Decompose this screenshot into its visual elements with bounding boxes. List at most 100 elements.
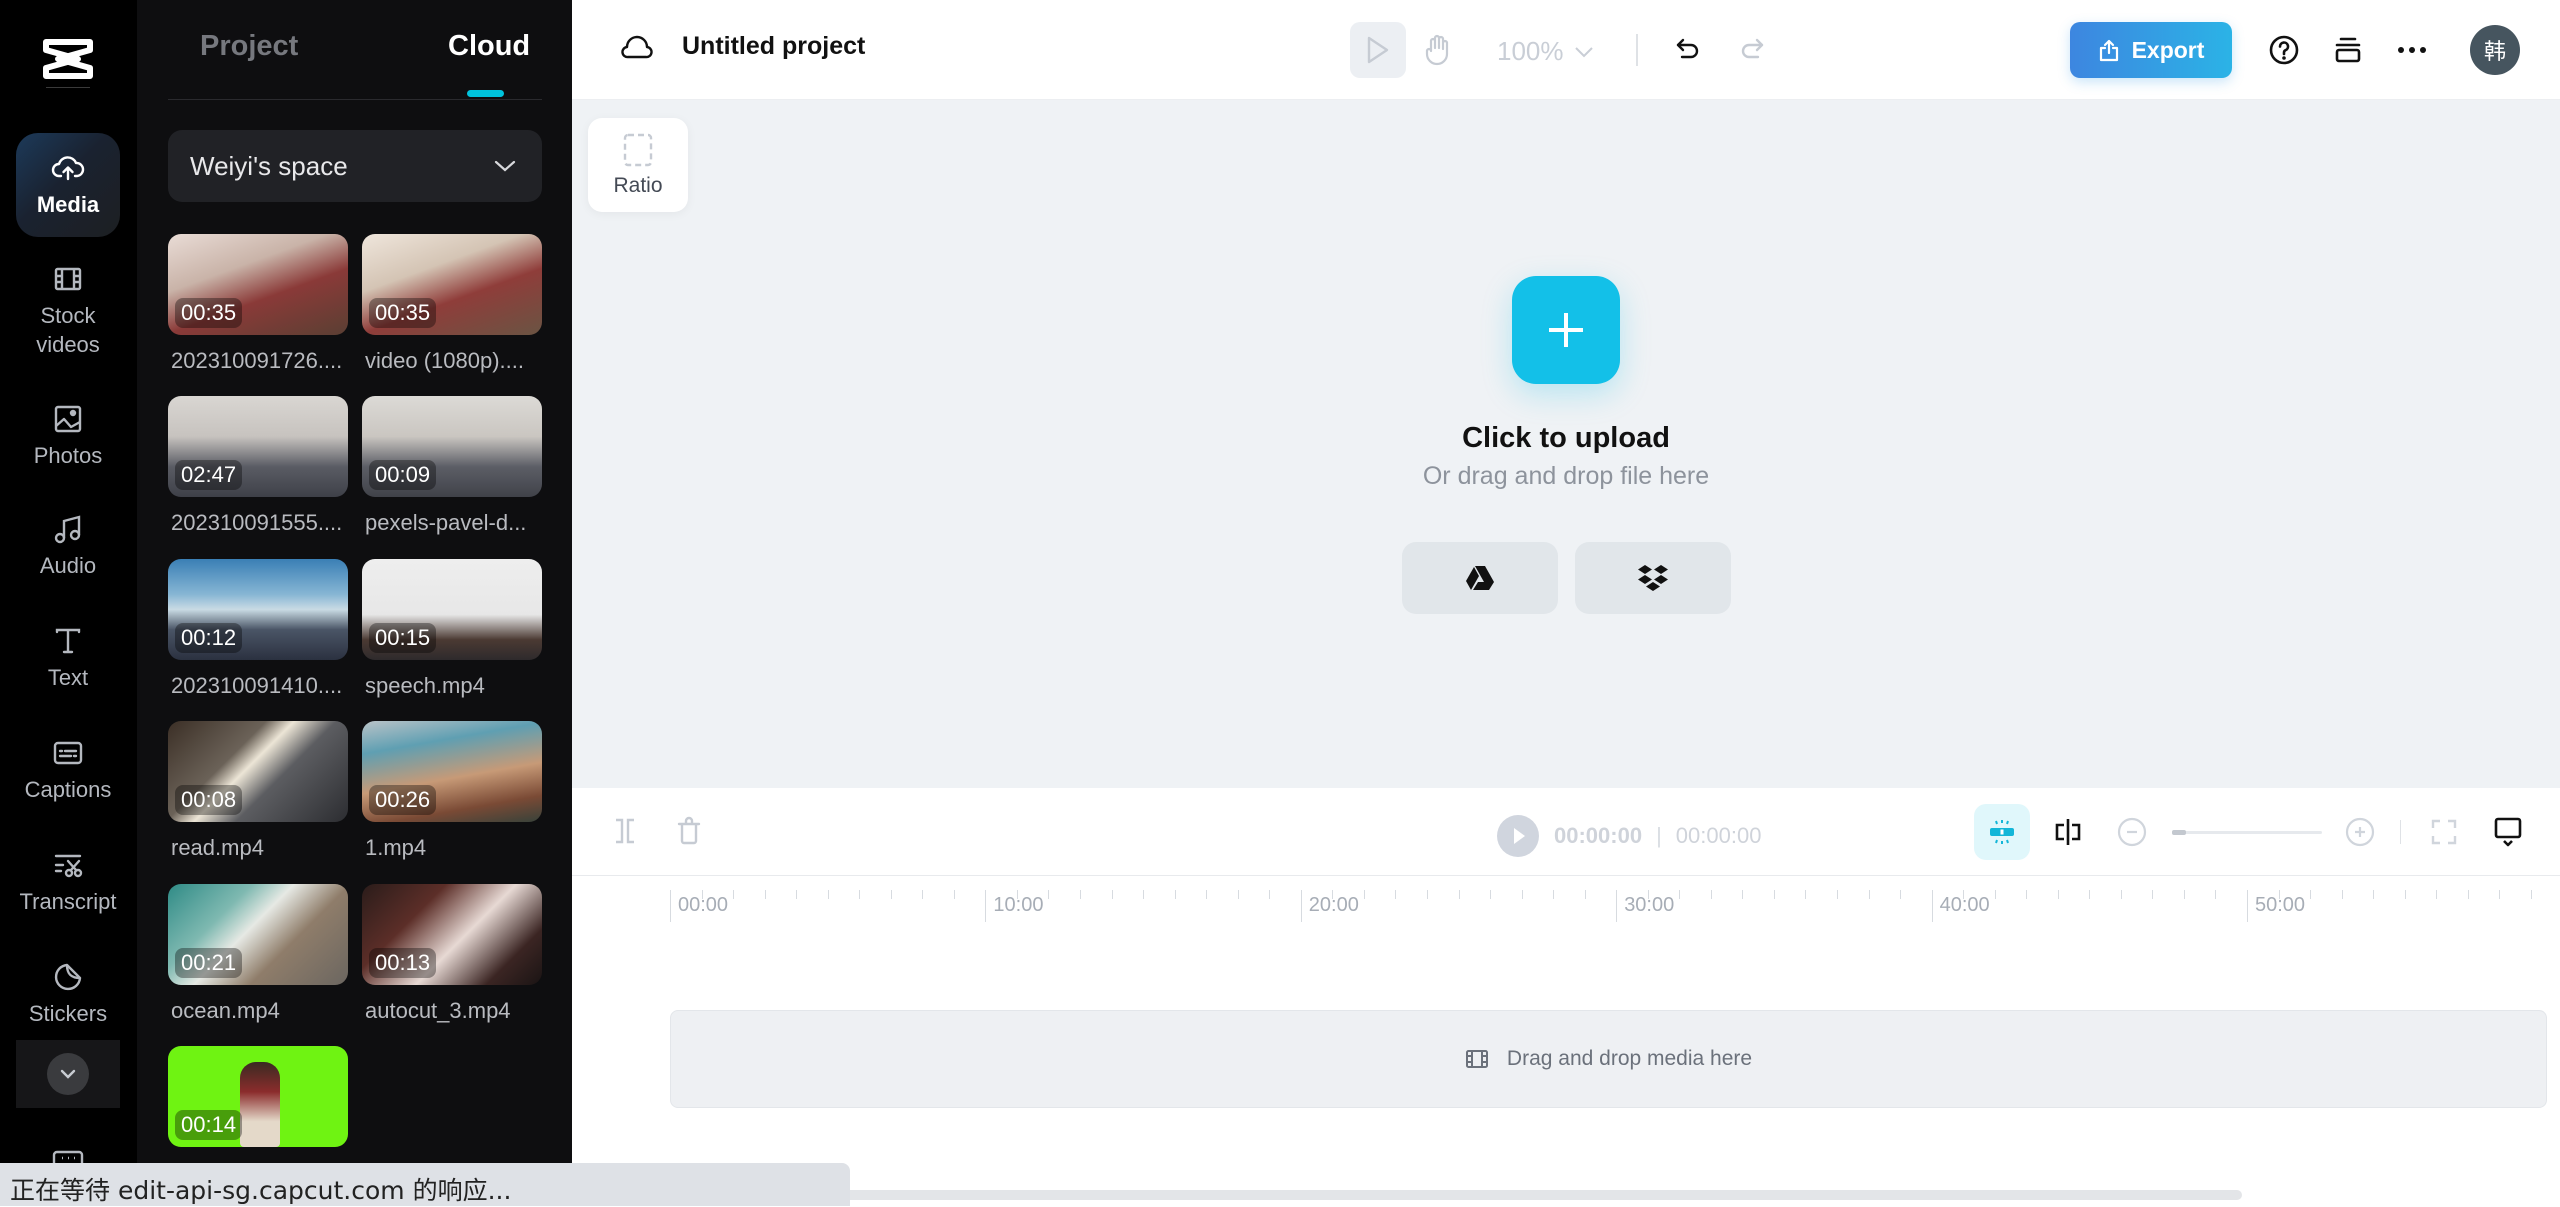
help-button[interactable] bbox=[2266, 32, 2302, 68]
ruler-minor-tick bbox=[2152, 890, 2154, 899]
media-duration: 02:47 bbox=[175, 460, 243, 490]
ruler-minor-tick bbox=[1679, 890, 1681, 899]
upload-button[interactable] bbox=[1512, 276, 1620, 384]
layers-button[interactable] bbox=[2330, 32, 2366, 68]
play-button[interactable] bbox=[1496, 814, 1540, 858]
ruler-minor-tick bbox=[1458, 890, 1460, 899]
undo-button[interactable] bbox=[1670, 32, 1706, 68]
split-clip-button[interactable] bbox=[2050, 814, 2086, 850]
more-tools-button[interactable] bbox=[16, 1040, 120, 1108]
media-item[interactable]: 00:26 1.mp4 bbox=[362, 721, 542, 861]
captions-icon bbox=[53, 741, 83, 765]
media-thumbnail: 00:35 bbox=[168, 234, 348, 335]
split-button[interactable] bbox=[608, 814, 642, 848]
auto-snap-toggle[interactable] bbox=[1974, 804, 2030, 860]
timeline-zoom-slider[interactable] bbox=[2172, 830, 2322, 835]
timeline-ruler: 00:00 10:00 20:00 30:00 40:00 50:00 bbox=[572, 876, 2560, 956]
media-item[interactable]: 00:14 bbox=[168, 1046, 348, 1147]
media-item[interactable]: 02:47 202310091555.... bbox=[168, 396, 348, 536]
project-header: Untitled project bbox=[620, 32, 865, 61]
redo-button[interactable] bbox=[1734, 32, 1770, 68]
sidebar-item-label: Stock videos bbox=[36, 303, 100, 357]
space-selector[interactable]: Weiyi's space bbox=[168, 130, 542, 202]
cloud-icon[interactable] bbox=[620, 33, 654, 61]
export-button[interactable]: Export bbox=[2070, 22, 2232, 78]
help-icon bbox=[2269, 35, 2299, 65]
undo-icon bbox=[1676, 38, 1699, 59]
plus-icon bbox=[1549, 313, 1583, 347]
space-selector-value: Weiyi's space bbox=[190, 150, 348, 181]
ruler-minor-tick bbox=[2467, 890, 2469, 899]
time-divider: | bbox=[1656, 823, 1662, 848]
sidebar-item-media[interactable]: Media bbox=[16, 133, 120, 237]
slider-handle[interactable] bbox=[2172, 830, 2186, 835]
ruler-minor-tick bbox=[1363, 890, 1365, 899]
hand-tool-button[interactable] bbox=[1420, 30, 1456, 70]
hand-icon bbox=[1425, 34, 1449, 66]
image-icon bbox=[54, 405, 82, 433]
ruler-label: 40:00 bbox=[1939, 894, 1990, 916]
google-drive-button[interactable] bbox=[1402, 542, 1558, 614]
toolbar-divider bbox=[1636, 34, 1638, 66]
upload-title[interactable]: Click to upload bbox=[572, 422, 2560, 455]
media-item[interactable]: 00:35 202310091726.... bbox=[168, 234, 348, 374]
track-drop-zone[interactable]: Drag and drop media here bbox=[670, 1010, 2547, 1108]
zoom-in-button[interactable] bbox=[2344, 816, 2376, 848]
zoom-out-button[interactable] bbox=[2116, 816, 2148, 848]
ruler-major-tick bbox=[670, 890, 671, 922]
ruler-major-tick bbox=[1616, 890, 1618, 922]
ratio-button[interactable]: Ratio bbox=[588, 118, 688, 212]
media-item[interactable]: 00:08 read.mp4 bbox=[168, 721, 348, 861]
ruler-minor-tick bbox=[2499, 890, 2501, 899]
sidebar-item-captions[interactable]: Captions bbox=[16, 736, 120, 805]
chevron-down-icon bbox=[60, 1069, 76, 1079]
top-bar: Untitled project 100% Export 韩 bbox=[572, 0, 2560, 100]
upload-subtitle: Or drag and drop file here bbox=[1422, 462, 1710, 490]
ruler-label: 30:00 bbox=[1624, 894, 1675, 916]
media-item[interactable]: 00:15 speech.mp4 bbox=[362, 559, 542, 699]
media-thumbnail: 00:14 bbox=[168, 1046, 348, 1147]
zoom-level-dropdown[interactable]: 100% bbox=[1497, 36, 1594, 67]
timeline-scrollbar[interactable] bbox=[842, 1190, 2242, 1200]
zoom-out-icon bbox=[2117, 817, 2147, 847]
ruler-minor-tick bbox=[2278, 890, 2280, 899]
capcut-logo-icon[interactable] bbox=[38, 34, 98, 84]
ruler-label: 10:00 bbox=[993, 894, 1044, 916]
sidebar-item-stock-videos[interactable]: Stock videos bbox=[16, 262, 120, 359]
sidebar-item-stickers[interactable]: Stickers bbox=[16, 960, 120, 1029]
media-item[interactable]: 00:35 video (1080p).... bbox=[362, 234, 542, 374]
collapse-timeline-button[interactable] bbox=[2490, 814, 2526, 850]
media-item[interactable]: 00:12 202310091410.... bbox=[168, 559, 348, 699]
media-duration: 00:09 bbox=[369, 460, 437, 490]
tab-project[interactable]: Project bbox=[200, 30, 298, 63]
sidebar-item-photos[interactable]: Photos bbox=[16, 402, 120, 471]
dropbox-button[interactable] bbox=[1575, 542, 1731, 614]
media-panel: Project Cloud Weiyi's space 00:35 202310… bbox=[137, 0, 572, 1206]
ruler-minor-tick bbox=[1426, 890, 1428, 899]
more-options-button[interactable] bbox=[2394, 32, 2430, 68]
canvas-area: Ratio Click to upload Or drag and drop f… bbox=[572, 100, 2560, 788]
project-title[interactable]: Untitled project bbox=[682, 32, 865, 61]
aspect-ratio-icon bbox=[623, 133, 653, 167]
media-thumbnail: 00:15 bbox=[362, 559, 542, 660]
media-item[interactable]: 00:09 pexels-pavel-d... bbox=[362, 396, 542, 536]
media-filename: autocut_3.mp4 bbox=[365, 998, 511, 1023]
zoom-level-value: 100% bbox=[1497, 36, 1564, 66]
left-rail: Media Stock videos Photos Audio Text Cap… bbox=[0, 0, 137, 1206]
film-icon bbox=[54, 267, 82, 291]
sidebar-item-text[interactable]: Text bbox=[16, 624, 120, 693]
layers-icon bbox=[2335, 37, 2361, 63]
media-item[interactable]: 00:13 autocut_3.mp4 bbox=[362, 884, 542, 1024]
delete-button[interactable] bbox=[672, 814, 706, 848]
media-item[interactable]: 00:21 ocean.mp4 bbox=[168, 884, 348, 1024]
user-avatar[interactable]: 韩 bbox=[2470, 25, 2520, 75]
sidebar-item-audio[interactable]: Audio bbox=[16, 512, 120, 581]
media-filename: speech.mp4 bbox=[365, 673, 485, 698]
tab-cloud[interactable]: Cloud bbox=[448, 30, 530, 63]
ruler-minor-tick bbox=[796, 890, 798, 899]
fit-timeline-button[interactable] bbox=[2428, 816, 2460, 848]
monitor-down-icon bbox=[2494, 817, 2522, 847]
redo-icon bbox=[1741, 38, 1764, 59]
select-tool-button[interactable] bbox=[1350, 22, 1406, 78]
sidebar-item-transcript[interactable]: Transcript bbox=[16, 848, 120, 917]
